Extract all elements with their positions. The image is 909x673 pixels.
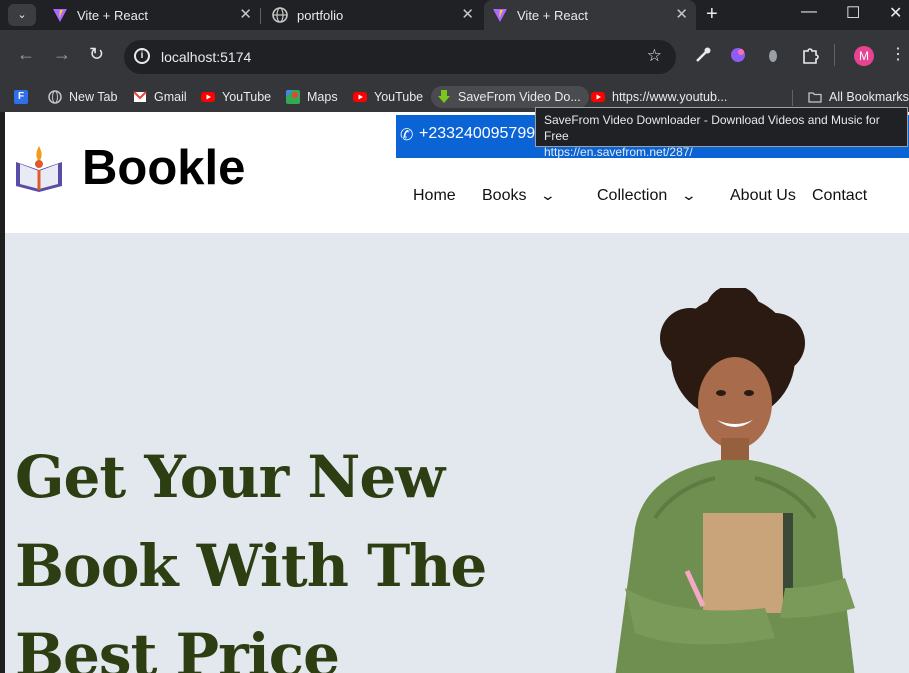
tab-title: portfolio [297, 7, 344, 23]
close-icon[interactable]: ✕ [239, 6, 252, 24]
bookmark-maps[interactable]: Maps [286, 86, 338, 108]
maximize-icon[interactable]: ☐ [846, 3, 860, 23]
bookmark-label: https://www.youtub... [612, 90, 728, 104]
folder-icon [808, 92, 822, 103]
phone-number[interactable]: +233240095799 [419, 125, 535, 143]
puzzle-icon[interactable] [801, 46, 819, 64]
globe-icon [48, 90, 62, 104]
nav-books-label: Books [482, 187, 527, 204]
tab-vite-react-active[interactable]: Vite + React ✕ [484, 0, 696, 30]
minimize-icon[interactable]: — [801, 3, 817, 21]
brand-name[interactable]: Bookle [82, 140, 245, 196]
globe-icon [272, 7, 288, 23]
profile-avatar[interactable]: M [854, 46, 874, 66]
tab-portfolio[interactable]: portfolio ✕ [262, 0, 482, 30]
nav-contact[interactable]: Contact [812, 187, 867, 205]
dropper-extension-icon[interactable] [764, 46, 782, 64]
vite-icon [493, 9, 507, 22]
nav-about[interactable]: About Us [730, 187, 796, 205]
forms-icon: F [14, 90, 28, 104]
bookmark-tooltip: SaveFrom Video Downloader - Download Vid… [535, 107, 908, 159]
bookmark-gmail[interactable]: Gmail [133, 86, 187, 108]
close-icon[interactable]: ✕ [461, 6, 474, 24]
chevron-down-icon: ⌄ [680, 187, 698, 203]
tooltip-title: SaveFrom Video Downloader - Download Vid… [544, 113, 880, 143]
tooltip-url: https://en.savefrom.net/287/ [544, 145, 693, 159]
bookmark-label: Maps [307, 90, 338, 104]
bookmark-label: YouTube [374, 90, 424, 104]
tab-divider [260, 8, 261, 24]
window-close-icon[interactable]: ✕ [889, 3, 902, 23]
tab-vite-react-1[interactable]: Vite + React ✕ [42, 0, 260, 30]
youtube-icon [201, 92, 215, 102]
eyedropper-icon[interactable] [694, 46, 712, 64]
book-logo-icon[interactable] [12, 140, 66, 194]
reload-icon[interactable]: ↻ [89, 44, 104, 64]
nav-books[interactable]: Books ⌄ [482, 187, 557, 205]
toolbar-divider [834, 44, 835, 66]
bookmark-label: SaveFrom Video Do... [458, 90, 581, 104]
all-bookmarks-button[interactable]: All Bookmarks [808, 86, 909, 108]
back-icon[interactable]: ← [17, 44, 35, 64]
maps-icon [286, 90, 300, 104]
address-bar[interactable]: i localhost:5174 ☆ [124, 40, 676, 74]
bookmark-youtube[interactable]: YouTube [201, 86, 271, 108]
youtube-icon [353, 92, 367, 102]
tab-search-button[interactable]: ⌄ [8, 4, 36, 26]
new-tab-button[interactable]: + [706, 4, 718, 24]
url-text[interactable]: localhost:5174 [161, 49, 251, 65]
bookmark-savefrom[interactable]: SaveFrom Video Do... [431, 86, 589, 108]
gmail-icon [133, 91, 147, 102]
bookmark-new-tab[interactable]: New Tab [48, 86, 117, 108]
tab-strip: ⌄ Vite + React ✕ portfolio ✕ Vite + Reac… [0, 0, 909, 30]
nav-home[interactable]: Home [413, 187, 456, 205]
hero-woman-with-book-image [615, 288, 855, 673]
bookmark-forms[interactable]: F [14, 86, 35, 108]
menu-icon[interactable]: ⋮ [890, 44, 906, 64]
page-viewport: Bookle ✆ +233240095799 Home Books ⌄ Colle… [0, 112, 909, 673]
bookmarks-divider [792, 90, 793, 106]
all-bookmarks-label: All Bookmarks [829, 90, 909, 104]
bookmark-star-icon[interactable]: ☆ [647, 46, 662, 66]
site-info-icon[interactable]: i [134, 48, 150, 64]
hero-line-3: Best Price [15, 621, 340, 673]
hero-title: Get Your New Book With The Best Price [15, 433, 535, 673]
browser-toolbar: ← → ↻ i localhost:5174 ☆ M ⋮ [0, 30, 909, 82]
download-arrow-icon [438, 90, 450, 103]
phone-icon: ✆ [400, 127, 414, 144]
tab-title: Vite + React [77, 7, 148, 23]
nav-collection-label: Collection [597, 187, 668, 204]
bookmark-label: New Tab [69, 90, 118, 104]
bookmark-youtube-2[interactable]: YouTube [353, 86, 423, 108]
bookmark-label: Gmail [154, 90, 187, 104]
forward-icon[interactable]: → [53, 44, 71, 64]
youtube-icon [591, 92, 605, 102]
bookmark-youtube-url[interactable]: https://www.youtub... [591, 86, 727, 108]
chevron-down-icon: ⌄ [540, 187, 557, 203]
vite-icon [53, 9, 67, 22]
nav-collection[interactable]: Collection ⌄ [597, 187, 698, 205]
bookmark-label: YouTube [222, 90, 272, 104]
tab-title: Vite + React [517, 7, 588, 23]
extension-icon[interactable] [729, 46, 747, 64]
hero-line-2: Book With The [15, 532, 487, 600]
hero-section: Get Your New Book With The Best Price [5, 233, 909, 673]
hero-line-1: Get Your New [15, 443, 445, 511]
close-icon[interactable]: ✕ [675, 6, 688, 24]
